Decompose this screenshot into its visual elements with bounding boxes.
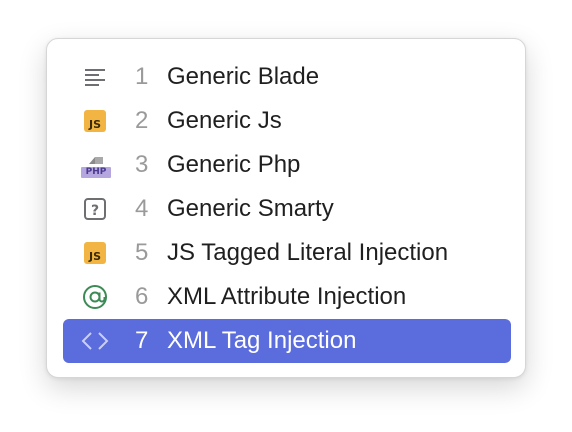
js-icon-text: JS	[84, 110, 106, 132]
item-number: 5	[135, 239, 149, 266]
item-number: 2	[135, 107, 149, 134]
item-label: XML Tag Injection	[167, 327, 357, 354]
item-label: Generic Blade	[167, 63, 320, 90]
code-brackets-icon	[81, 329, 109, 353]
item-number: 1	[135, 63, 149, 90]
item-label: Generic Php	[167, 151, 301, 178]
item-number: 6	[135, 283, 149, 310]
js-icon: JS	[81, 241, 109, 265]
injection-list: 1 Generic Blade JS 2 Generic Js PHP 3 Ge…	[63, 55, 511, 363]
php-icon: PHP	[81, 153, 111, 178]
item-number: 4	[135, 195, 149, 222]
at-icon	[81, 285, 109, 309]
item-label: Generic Smarty	[167, 195, 334, 222]
list-item-js-tagged-literal[interactable]: JS 5 JS Tagged Literal Injection	[63, 231, 511, 275]
js-icon-text: JS	[84, 242, 106, 264]
item-label: JS Tagged Literal Injection	[167, 239, 449, 266]
item-number: 7	[135, 327, 149, 354]
list-item-xml-tag[interactable]: 7 XML Tag Injection	[63, 319, 511, 363]
list-item-generic-php[interactable]: PHP 3 Generic Php	[63, 143, 511, 187]
php-icon-text: PHP	[81, 167, 111, 178]
question-icon: ?	[81, 197, 109, 221]
injection-language-popup: 1 Generic Blade JS 2 Generic Js PHP 3 Ge…	[46, 38, 526, 378]
item-number: 3	[135, 151, 149, 178]
list-item-generic-blade[interactable]: 1 Generic Blade	[63, 55, 511, 99]
js-icon: JS	[81, 109, 109, 133]
svg-text:?: ?	[91, 203, 99, 219]
lines-icon	[81, 65, 109, 89]
list-item-generic-smarty[interactable]: ? 4 Generic Smarty	[63, 187, 511, 231]
item-label: Generic Js	[167, 107, 282, 134]
item-label: XML Attribute Injection	[167, 283, 407, 310]
list-item-generic-js[interactable]: JS 2 Generic Js	[63, 99, 511, 143]
list-item-xml-attribute[interactable]: 6 XML Attribute Injection	[63, 275, 511, 319]
